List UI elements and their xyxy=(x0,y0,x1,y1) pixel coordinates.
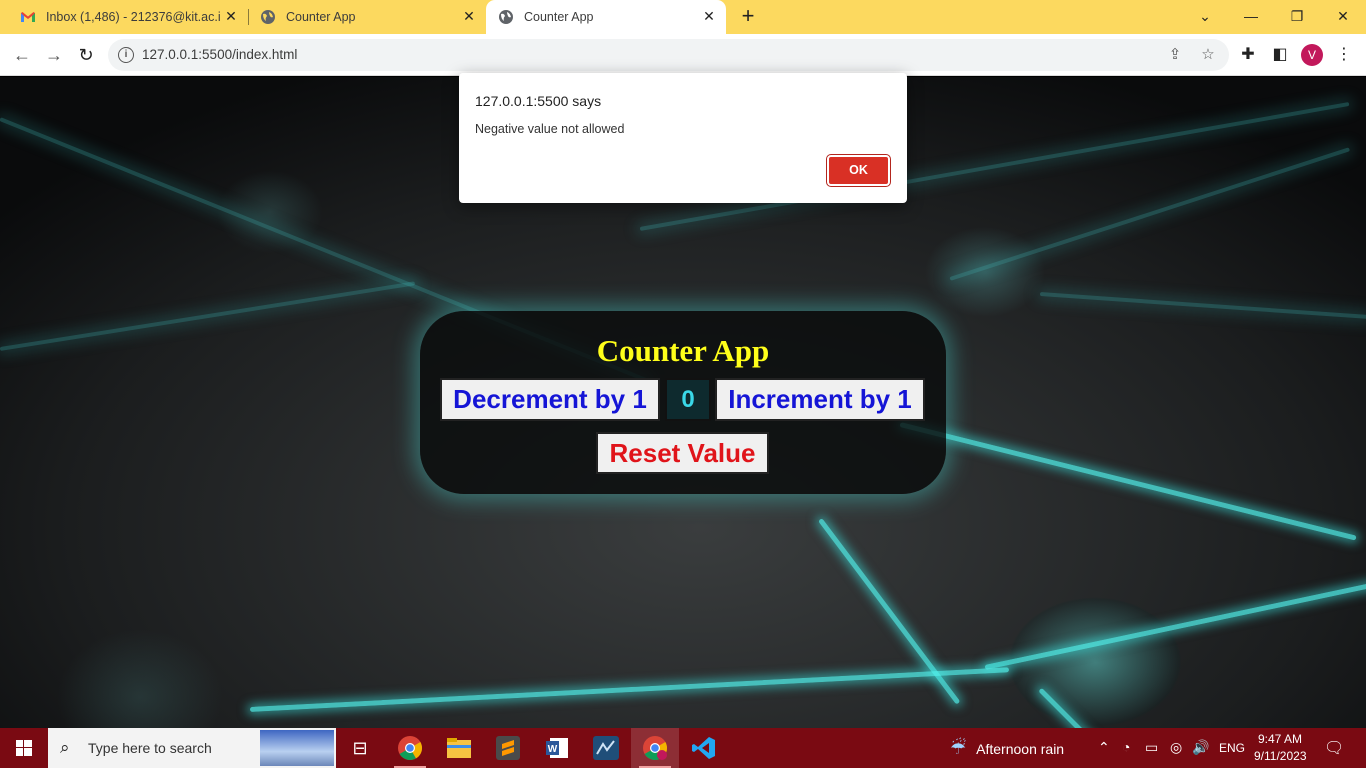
reload-icon[interactable]: ↻ xyxy=(74,43,98,67)
tab-title: Counter App xyxy=(286,10,356,24)
windows-taskbar: ⌕ Type here to search ⊟ W ☔ Afternoon ra… xyxy=(0,728,1366,768)
close-icon[interactable]: ✕ xyxy=(224,9,238,23)
forward-arrow-icon[interactable]: → xyxy=(42,43,66,67)
clock-date: 9/11/2023 xyxy=(1254,749,1307,763)
background-beam xyxy=(1038,687,1099,728)
back-arrow-icon[interactable]: ← xyxy=(10,43,34,67)
increment-button[interactable]: Increment by 1 xyxy=(715,378,925,421)
taskbar-search[interactable]: ⌕ Type here to search xyxy=(48,728,336,768)
clock-time: 9:47 AM xyxy=(1257,732,1303,746)
battery-icon[interactable]: ▭ xyxy=(1145,739,1158,756)
weather-widget[interactable]: ☔ Afternoon rain xyxy=(950,738,1064,759)
minimize-icon[interactable]: — xyxy=(1228,4,1274,28)
info-icon[interactable]: i xyxy=(118,47,134,63)
search-placeholder: Type here to search xyxy=(88,740,212,756)
restore-icon[interactable]: ❐ xyxy=(1274,4,1320,28)
task-view-icon[interactable]: ⊟ xyxy=(336,728,384,768)
page-title: Counter App xyxy=(596,333,770,368)
sublime-text-icon[interactable] xyxy=(484,728,532,768)
background-beam xyxy=(0,281,416,351)
tab-counter-app[interactable]: Counter App ✕ xyxy=(248,0,486,34)
bookmark-star-icon[interactable]: ☆ xyxy=(1198,45,1218,65)
file-explorer-icon[interactable] xyxy=(435,728,483,768)
background-beam xyxy=(249,667,1010,712)
show-hidden-icons-chevron-icon[interactable]: ⌃ xyxy=(1098,739,1110,756)
mysql-workbench-icon[interactable] xyxy=(582,728,630,768)
tab-title: Counter App xyxy=(524,10,594,24)
close-icon[interactable]: ✕ xyxy=(462,9,476,23)
background-beam xyxy=(1039,292,1366,320)
wifi-icon[interactable]: ◔ xyxy=(1122,739,1130,755)
reset-button[interactable]: Reset Value xyxy=(596,432,769,474)
share-icon[interactable]: ⇪ xyxy=(1165,45,1185,65)
alert-message: Negative value not allowed xyxy=(475,122,625,136)
background-beam xyxy=(899,422,1357,541)
svg-text:W: W xyxy=(548,744,558,755)
globe-icon xyxy=(499,10,513,24)
notifications-icon[interactable]: 🗨 xyxy=(1324,738,1344,758)
system-clock[interactable]: 9:47 AM 9/11/2023 xyxy=(1254,731,1307,765)
umbrella-rain-icon: ☔ xyxy=(950,738,967,758)
volume-icon[interactable]: 🔊 xyxy=(1192,739,1209,756)
start-button[interactable] xyxy=(0,728,48,768)
chrome-app-icon[interactable] xyxy=(386,728,434,768)
profile-avatar[interactable]: V xyxy=(1301,44,1323,66)
word-icon[interactable]: W xyxy=(533,728,581,768)
tab-search-chevron-icon[interactable]: ⌄ xyxy=(1182,4,1228,28)
webcam-icon[interactable]: ◎ xyxy=(1170,739,1182,756)
close-icon[interactable]: ✕ xyxy=(702,9,716,23)
gmail-icon xyxy=(21,12,35,22)
browser-tab-strip: Inbox (1,486) - 212376@kit.ac.in ✕ Count… xyxy=(0,0,1366,34)
decrement-button[interactable]: Decrement by 1 xyxy=(440,378,660,421)
extensions-puzzle-icon[interactable]: ✚ xyxy=(1237,44,1259,66)
search-icon: ⌕ xyxy=(60,738,70,757)
address-bar[interactable]: i 127.0.0.1:5500/index.html ⇪ ☆ xyxy=(108,39,1229,71)
background-beam xyxy=(984,581,1366,670)
weather-text: Afternoon rain xyxy=(976,740,1065,757)
side-panel-icon[interactable]: ◧ xyxy=(1269,44,1291,66)
chrome-profile-app-icon[interactable] xyxy=(631,728,679,768)
tab-counter-app-active[interactable]: Counter App ✕ xyxy=(486,0,726,34)
close-window-icon[interactable]: ✕ xyxy=(1320,4,1366,28)
vscode-icon[interactable] xyxy=(680,728,728,768)
counter-value: 0 xyxy=(665,378,711,421)
menu-kebab-icon[interactable]: ⋮ xyxy=(1333,44,1355,66)
windows-logo-icon xyxy=(16,740,32,756)
url-text[interactable]: 127.0.0.1:5500/index.html xyxy=(142,47,297,62)
alert-dialog: 127.0.0.1:5500 says Negative value not a… xyxy=(459,73,907,203)
tab-gmail[interactable]: Inbox (1,486) - 212376@kit.ac.in ✕ xyxy=(8,0,248,34)
tab-title: Inbox (1,486) - 212376@kit.ac.in xyxy=(46,10,220,24)
alert-title: 127.0.0.1:5500 says xyxy=(475,93,602,109)
language-indicator[interactable]: ENG xyxy=(1219,741,1245,755)
globe-icon xyxy=(261,10,275,24)
background-beam xyxy=(949,147,1351,281)
browser-toolbar: ← → ↻ i 127.0.0.1:5500/index.html ⇪ ☆ ✚ … xyxy=(0,34,1366,76)
ok-button[interactable]: OK xyxy=(826,154,891,187)
counter-card: Counter App Decrement by 1 0 Increment b… xyxy=(420,311,946,494)
new-tab-button[interactable]: + xyxy=(738,5,758,27)
search-highlight-image xyxy=(260,730,334,766)
